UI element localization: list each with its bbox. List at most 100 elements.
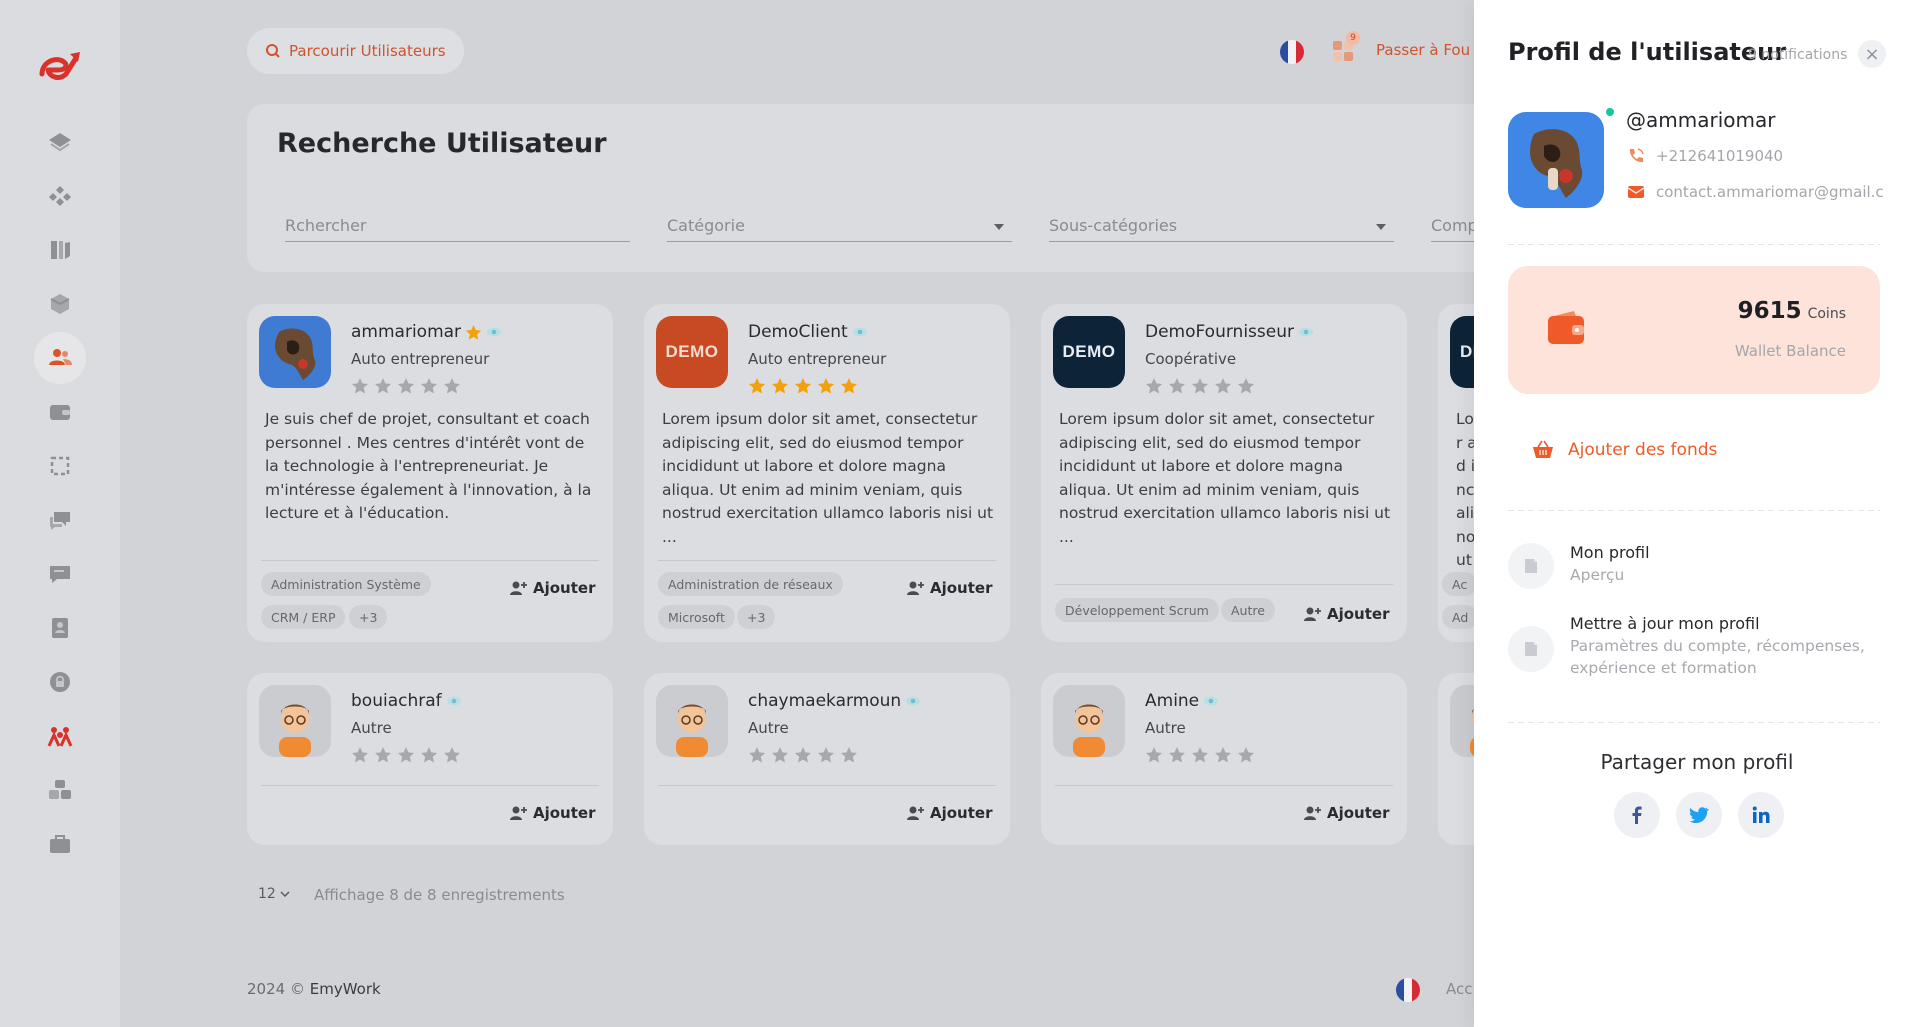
user-card[interactable] bbox=[1438, 673, 1474, 845]
add-user-icon bbox=[907, 581, 924, 595]
skills-select[interactable]: Compé bbox=[1431, 212, 1474, 242]
user-name-text: DemoFournisseur bbox=[1145, 322, 1294, 342]
skill-tag[interactable]: Ad bbox=[1442, 605, 1474, 629]
divider bbox=[1508, 510, 1880, 511]
user-card[interactable]: Amine Autre Ajouter bbox=[1041, 673, 1407, 845]
sidebar-item-book[interactable] bbox=[34, 224, 86, 276]
add-contact-button[interactable]: Ajouter bbox=[906, 804, 992, 822]
add-user-icon bbox=[510, 806, 527, 820]
sidebar-item-security[interactable] bbox=[34, 656, 86, 708]
star-icon bbox=[1238, 378, 1254, 394]
menu-subtitle: Paramètres du compte, récompenses, expér… bbox=[1570, 637, 1865, 677]
category-select[interactable]: Catégorie bbox=[667, 212, 1012, 242]
skill-tag[interactable]: Administration Système bbox=[261, 572, 431, 596]
close-button[interactable]: × bbox=[1858, 40, 1886, 68]
skill-tag[interactable]: Développement Scrum bbox=[1055, 598, 1219, 622]
sidebar-item-wallet[interactable] bbox=[34, 386, 86, 438]
skill-tag[interactable]: Ac bbox=[1442, 572, 1474, 596]
add-contact-button[interactable]: Ajouter bbox=[1303, 605, 1389, 623]
message-icon bbox=[50, 566, 70, 583]
add-contact-button[interactable]: Ajouter bbox=[906, 579, 992, 597]
add-contact-label: Ajouter bbox=[1327, 804, 1390, 822]
cube-icon bbox=[50, 294, 70, 314]
skill-tag[interactable]: Administration de réseaux bbox=[658, 572, 843, 596]
user-card[interactable]: DE Lor ad inc ali no ut Ac Ad bbox=[1438, 304, 1474, 642]
user-name-text: ammariomar bbox=[351, 322, 462, 342]
divider bbox=[1055, 785, 1393, 786]
sidebar-item-selection[interactable] bbox=[34, 440, 86, 492]
profile-username: @ammariomar bbox=[1626, 108, 1776, 132]
star-icon bbox=[1192, 747, 1208, 763]
wallet-card: 9615 Coins Wallet Balance bbox=[1508, 266, 1880, 394]
sidebar-item-cube[interactable] bbox=[34, 278, 86, 330]
star-icon bbox=[375, 378, 391, 394]
user-card[interactable]: DEMO DemoFournisseur Coopérative Lorem i… bbox=[1041, 304, 1407, 642]
user-card[interactable]: bouiachraf Autre Ajouter bbox=[247, 673, 613, 845]
add-funds-button[interactable]: Ajouter des fonds bbox=[1532, 440, 1717, 460]
sidebar-item-users[interactable] bbox=[34, 332, 86, 384]
star-icon bbox=[772, 747, 788, 763]
skill-tag[interactable]: Autre bbox=[1221, 598, 1275, 622]
star-icon bbox=[1192, 378, 1208, 394]
sidebar-item-contacts[interactable] bbox=[34, 602, 86, 654]
browse-users-button[interactable]: Parcourir Utilisateurs bbox=[247, 28, 464, 74]
user-role: Autre bbox=[351, 719, 392, 737]
user-name-text: bouiachraf bbox=[351, 691, 442, 711]
switch-account-link[interactable]: Passer à Fou bbox=[1376, 41, 1470, 59]
footer-copyright: 2024 © EmyWork bbox=[247, 980, 381, 998]
page-size-value: 12 bbox=[258, 886, 276, 902]
skill-tag-more[interactable]: +3 bbox=[737, 605, 776, 629]
add-user-icon bbox=[907, 806, 924, 820]
lock-icon bbox=[50, 672, 70, 692]
twitter-share-button[interactable] bbox=[1676, 792, 1722, 838]
user-name: chaymaekarmoun bbox=[748, 691, 921, 711]
eye-icon bbox=[487, 327, 502, 337]
footer-link[interactable]: Acc bbox=[1446, 980, 1473, 998]
star-icon bbox=[398, 378, 414, 394]
user-card[interactable]: chaymaekarmoun Autre Ajouter bbox=[644, 673, 1010, 845]
sidebar-item-message[interactable] bbox=[34, 548, 86, 600]
wallet-icon bbox=[1548, 311, 1584, 344]
skill-tag[interactable]: Microsoft bbox=[658, 605, 735, 629]
profile-phone: +212641019040 bbox=[1626, 146, 1783, 166]
user-role: Autre bbox=[748, 719, 789, 737]
sidebar-item-briefcase[interactable] bbox=[34, 818, 86, 870]
star-icon bbox=[795, 747, 811, 763]
skill-tag[interactable]: CRM / ERP bbox=[261, 605, 346, 629]
phone-number: +212641019040 bbox=[1656, 147, 1784, 165]
menu-my-profile[interactable]: Mon profil Aperçu bbox=[1508, 543, 1650, 589]
sidebar-item-layers[interactable] bbox=[34, 116, 86, 168]
wallet-label: Wallet Balance bbox=[1734, 342, 1846, 360]
wallet-icon bbox=[50, 405, 70, 420]
add-contact-button[interactable]: Ajouter bbox=[509, 804, 595, 822]
sidebar-item-diamond[interactable] bbox=[34, 170, 86, 222]
mail-icon bbox=[1627, 186, 1645, 198]
brand-name[interactable]: EmyWork bbox=[310, 980, 381, 998]
facebook-icon bbox=[1632, 806, 1642, 824]
user-card[interactable]: ammariomar Auto entrepreneur Je suis che… bbox=[247, 304, 613, 642]
app-logo[interactable] bbox=[34, 44, 86, 88]
footer-language-flag-icon[interactable] bbox=[1396, 978, 1420, 1002]
linkedin-share-button[interactable] bbox=[1738, 792, 1784, 838]
star-icon bbox=[749, 378, 765, 394]
add-contact-button[interactable]: Ajouter bbox=[1303, 804, 1389, 822]
subcategory-select[interactable]: Sous-catégories bbox=[1049, 212, 1394, 242]
sidebar-item-team[interactable] bbox=[34, 710, 86, 762]
facebook-share-button[interactable] bbox=[1614, 792, 1660, 838]
notifications-count[interactable]: 9 notifications bbox=[1748, 47, 1847, 63]
add-user-icon bbox=[1304, 806, 1321, 820]
sidebar-item-chat[interactable] bbox=[34, 494, 86, 546]
search-input[interactable]: Rchercher bbox=[285, 212, 630, 242]
language-flag-icon[interactable] bbox=[1280, 40, 1304, 64]
sidebar-item-boxes[interactable] bbox=[34, 764, 86, 816]
briefcase-icon bbox=[50, 835, 70, 853]
menu-update-profile[interactable]: Mettre à jour mon profil Paramètres du c… bbox=[1508, 614, 1880, 679]
user-card[interactable]: DEMO DemoClient Auto entrepreneur Lorem … bbox=[644, 304, 1010, 642]
avatar bbox=[1053, 685, 1125, 757]
contact-card-icon bbox=[52, 618, 68, 638]
add-contact-button[interactable]: Ajouter bbox=[509, 579, 595, 597]
user-name-text: chaymaekarmoun bbox=[748, 691, 902, 711]
skill-tag-more[interactable]: +3 bbox=[349, 605, 388, 629]
avatar: DEMO bbox=[656, 316, 728, 388]
page-size-select[interactable]: 12 bbox=[258, 886, 290, 902]
